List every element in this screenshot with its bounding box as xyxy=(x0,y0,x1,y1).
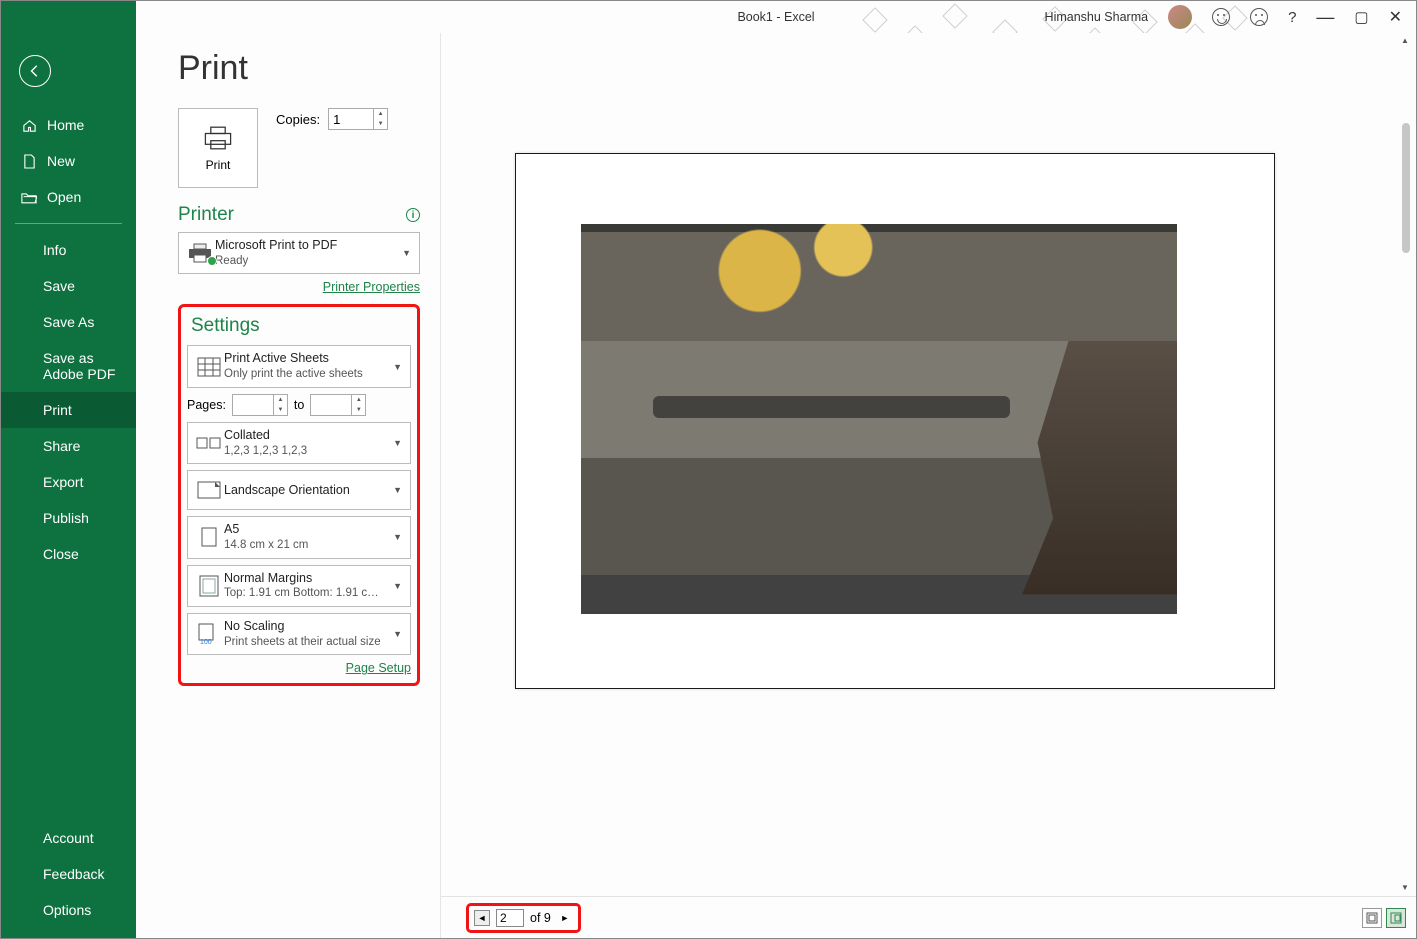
sidebar-item-open[interactable]: Open xyxy=(1,179,136,215)
orientation-dropdown[interactable]: Landscape Orientation ▼ xyxy=(187,470,411,510)
sidebar-item-options[interactable]: Options xyxy=(1,892,136,928)
printer-info-icon[interactable]: i xyxy=(406,208,420,222)
spin-up-icon[interactable]: ▲ xyxy=(274,395,287,405)
user-avatar-icon[interactable] xyxy=(1168,5,1192,29)
paper-size-dropdown[interactable]: A514.8 cm x 21 cm ▼ xyxy=(187,516,411,558)
scaling-icon: 100 xyxy=(194,623,224,645)
show-margins-button[interactable] xyxy=(1362,908,1382,928)
preview-content-image xyxy=(581,224,1177,614)
margins-dropdown[interactable]: Normal MarginsTop: 1.91 cm Bottom: 1.91 … xyxy=(187,565,411,607)
sidebar-item-feedback[interactable]: Feedback xyxy=(1,856,136,892)
sidebar-item-account[interactable]: Account xyxy=(1,820,136,856)
print-button-label: Print xyxy=(206,158,231,172)
spin-down-icon[interactable]: ▼ xyxy=(374,119,387,129)
sidebar-separator xyxy=(15,223,122,224)
printer-dropdown[interactable]: Microsoft Print to PDF Ready ▼ xyxy=(178,232,420,274)
page-navigation-highlight-box: ◄ of 9 ► xyxy=(466,903,581,933)
chevron-down-icon: ▼ xyxy=(391,438,404,448)
sidebar-item-save[interactable]: Save xyxy=(1,268,136,304)
scroll-down-icon[interactable]: ▼ xyxy=(1398,880,1412,894)
scroll-up-icon[interactable]: ▲ xyxy=(1398,33,1412,47)
printer-status: Ready xyxy=(215,254,400,270)
printer-section-title: Printer xyxy=(178,204,234,226)
current-page-input[interactable] xyxy=(496,909,524,927)
print-button[interactable]: Print xyxy=(178,108,258,188)
collation-dropdown[interactable]: Collated1,2,3 1,2,3 1,2,3 ▼ xyxy=(187,422,411,464)
collated-icon xyxy=(194,435,224,451)
spin-up-icon[interactable]: ▲ xyxy=(374,109,387,119)
previous-page-button[interactable]: ◄ xyxy=(474,910,490,926)
landscape-icon xyxy=(194,481,224,499)
sidebar-item-publish[interactable]: Publish xyxy=(1,500,136,536)
page-icon xyxy=(194,527,224,547)
copies-label: Copies: xyxy=(276,112,320,127)
sidebar-item-info[interactable]: Info xyxy=(1,232,136,268)
sidebar-label: Open xyxy=(47,189,81,205)
printer-properties-link[interactable]: Printer Properties xyxy=(323,280,420,294)
open-icon xyxy=(21,191,37,204)
spin-up-icon[interactable]: ▲ xyxy=(352,395,365,405)
spin-down-icon[interactable]: ▼ xyxy=(274,405,287,415)
vertical-scrollbar[interactable]: ▲ ▼ xyxy=(1398,33,1412,894)
sidebar-item-print[interactable]: Print xyxy=(1,392,136,428)
print-preview-area: ▲ ▼ ◄ of 9 ► xyxy=(441,33,1416,938)
preview-page-canvas xyxy=(515,153,1275,689)
printer-icon xyxy=(200,124,236,152)
user-name[interactable]: Himanshu Sharma xyxy=(1045,10,1149,24)
printer-device-icon xyxy=(185,242,215,264)
print-what-dropdown[interactable]: Print Active SheetsOnly print the active… xyxy=(187,345,411,387)
pages-to-input[interactable]: ▲▼ xyxy=(310,394,366,416)
page-setup-link[interactable]: Page Setup xyxy=(346,661,411,675)
settings-section-title: Settings xyxy=(187,313,411,339)
sidebar-item-close[interactable]: Close xyxy=(1,536,136,572)
home-icon xyxy=(21,118,37,133)
backstage-sidebar: Home New Open Info Save Save As Save as … xyxy=(1,1,136,938)
spin-down-icon[interactable]: ▼ xyxy=(352,405,365,415)
sidebar-label: New xyxy=(47,153,75,169)
scaling-dropdown[interactable]: 100 No ScalingPrint sheets at their actu… xyxy=(187,613,411,655)
back-button[interactable] xyxy=(19,55,51,87)
print-options-pane: Print Print Copies: ▲▼ xyxy=(136,33,441,938)
printer-name: Microsoft Print to PDF xyxy=(215,237,400,254)
maximize-button[interactable]: ▢ xyxy=(1354,8,1368,26)
chevron-down-icon: ▼ xyxy=(391,629,404,639)
zoom-to-page-button[interactable] xyxy=(1386,908,1406,928)
preview-footer: ◄ of 9 ► xyxy=(441,896,1416,938)
sidebar-item-export[interactable]: Export xyxy=(1,464,136,500)
pages-to-label: to xyxy=(294,398,304,412)
sheets-icon xyxy=(194,357,224,377)
margins-icon xyxy=(194,575,224,597)
copies-input[interactable]: ▲▼ xyxy=(328,108,388,130)
chevron-down-icon: ▼ xyxy=(391,485,404,495)
chevron-down-icon: ▼ xyxy=(391,532,404,542)
back-arrow-icon xyxy=(28,64,42,78)
window-title: Book1 - Excel xyxy=(737,10,814,24)
pages-from-input[interactable]: ▲▼ xyxy=(232,394,288,416)
help-button[interactable]: ? xyxy=(1288,9,1296,26)
close-window-button[interactable]: ✕ xyxy=(1389,7,1402,27)
sidebar-item-home[interactable]: Home xyxy=(1,107,136,143)
chevron-down-icon: ▼ xyxy=(391,362,404,372)
pages-label: Pages: xyxy=(187,398,226,412)
copies-field[interactable] xyxy=(329,112,369,127)
svg-text:100: 100 xyxy=(200,639,212,645)
page-total-label: of 9 xyxy=(530,911,551,925)
chevron-down-icon: ▼ xyxy=(391,581,404,591)
sidebar-item-save-adobe-pdf[interactable]: Save as Adobe PDF xyxy=(1,340,136,392)
new-icon xyxy=(21,154,37,169)
scroll-thumb[interactable] xyxy=(1402,123,1410,253)
sidebar-label: Home xyxy=(47,117,84,133)
feedback-happy-icon[interactable] xyxy=(1212,8,1230,26)
sidebar-item-share[interactable]: Share xyxy=(1,428,136,464)
sidebar-item-new[interactable]: New xyxy=(1,143,136,179)
title-bar: Book1 - Excel Himanshu Sharma ? — ▢ ✕ xyxy=(136,1,1416,33)
settings-highlight-box: Settings Print Active SheetsOnly print t… xyxy=(178,304,420,686)
minimize-button[interactable]: — xyxy=(1316,7,1334,28)
feedback-sad-icon[interactable] xyxy=(1250,8,1268,26)
sidebar-item-saveas[interactable]: Save As xyxy=(1,304,136,340)
page-title: Print xyxy=(178,49,420,88)
next-page-button[interactable]: ► xyxy=(557,910,573,926)
chevron-down-icon: ▼ xyxy=(400,248,413,258)
